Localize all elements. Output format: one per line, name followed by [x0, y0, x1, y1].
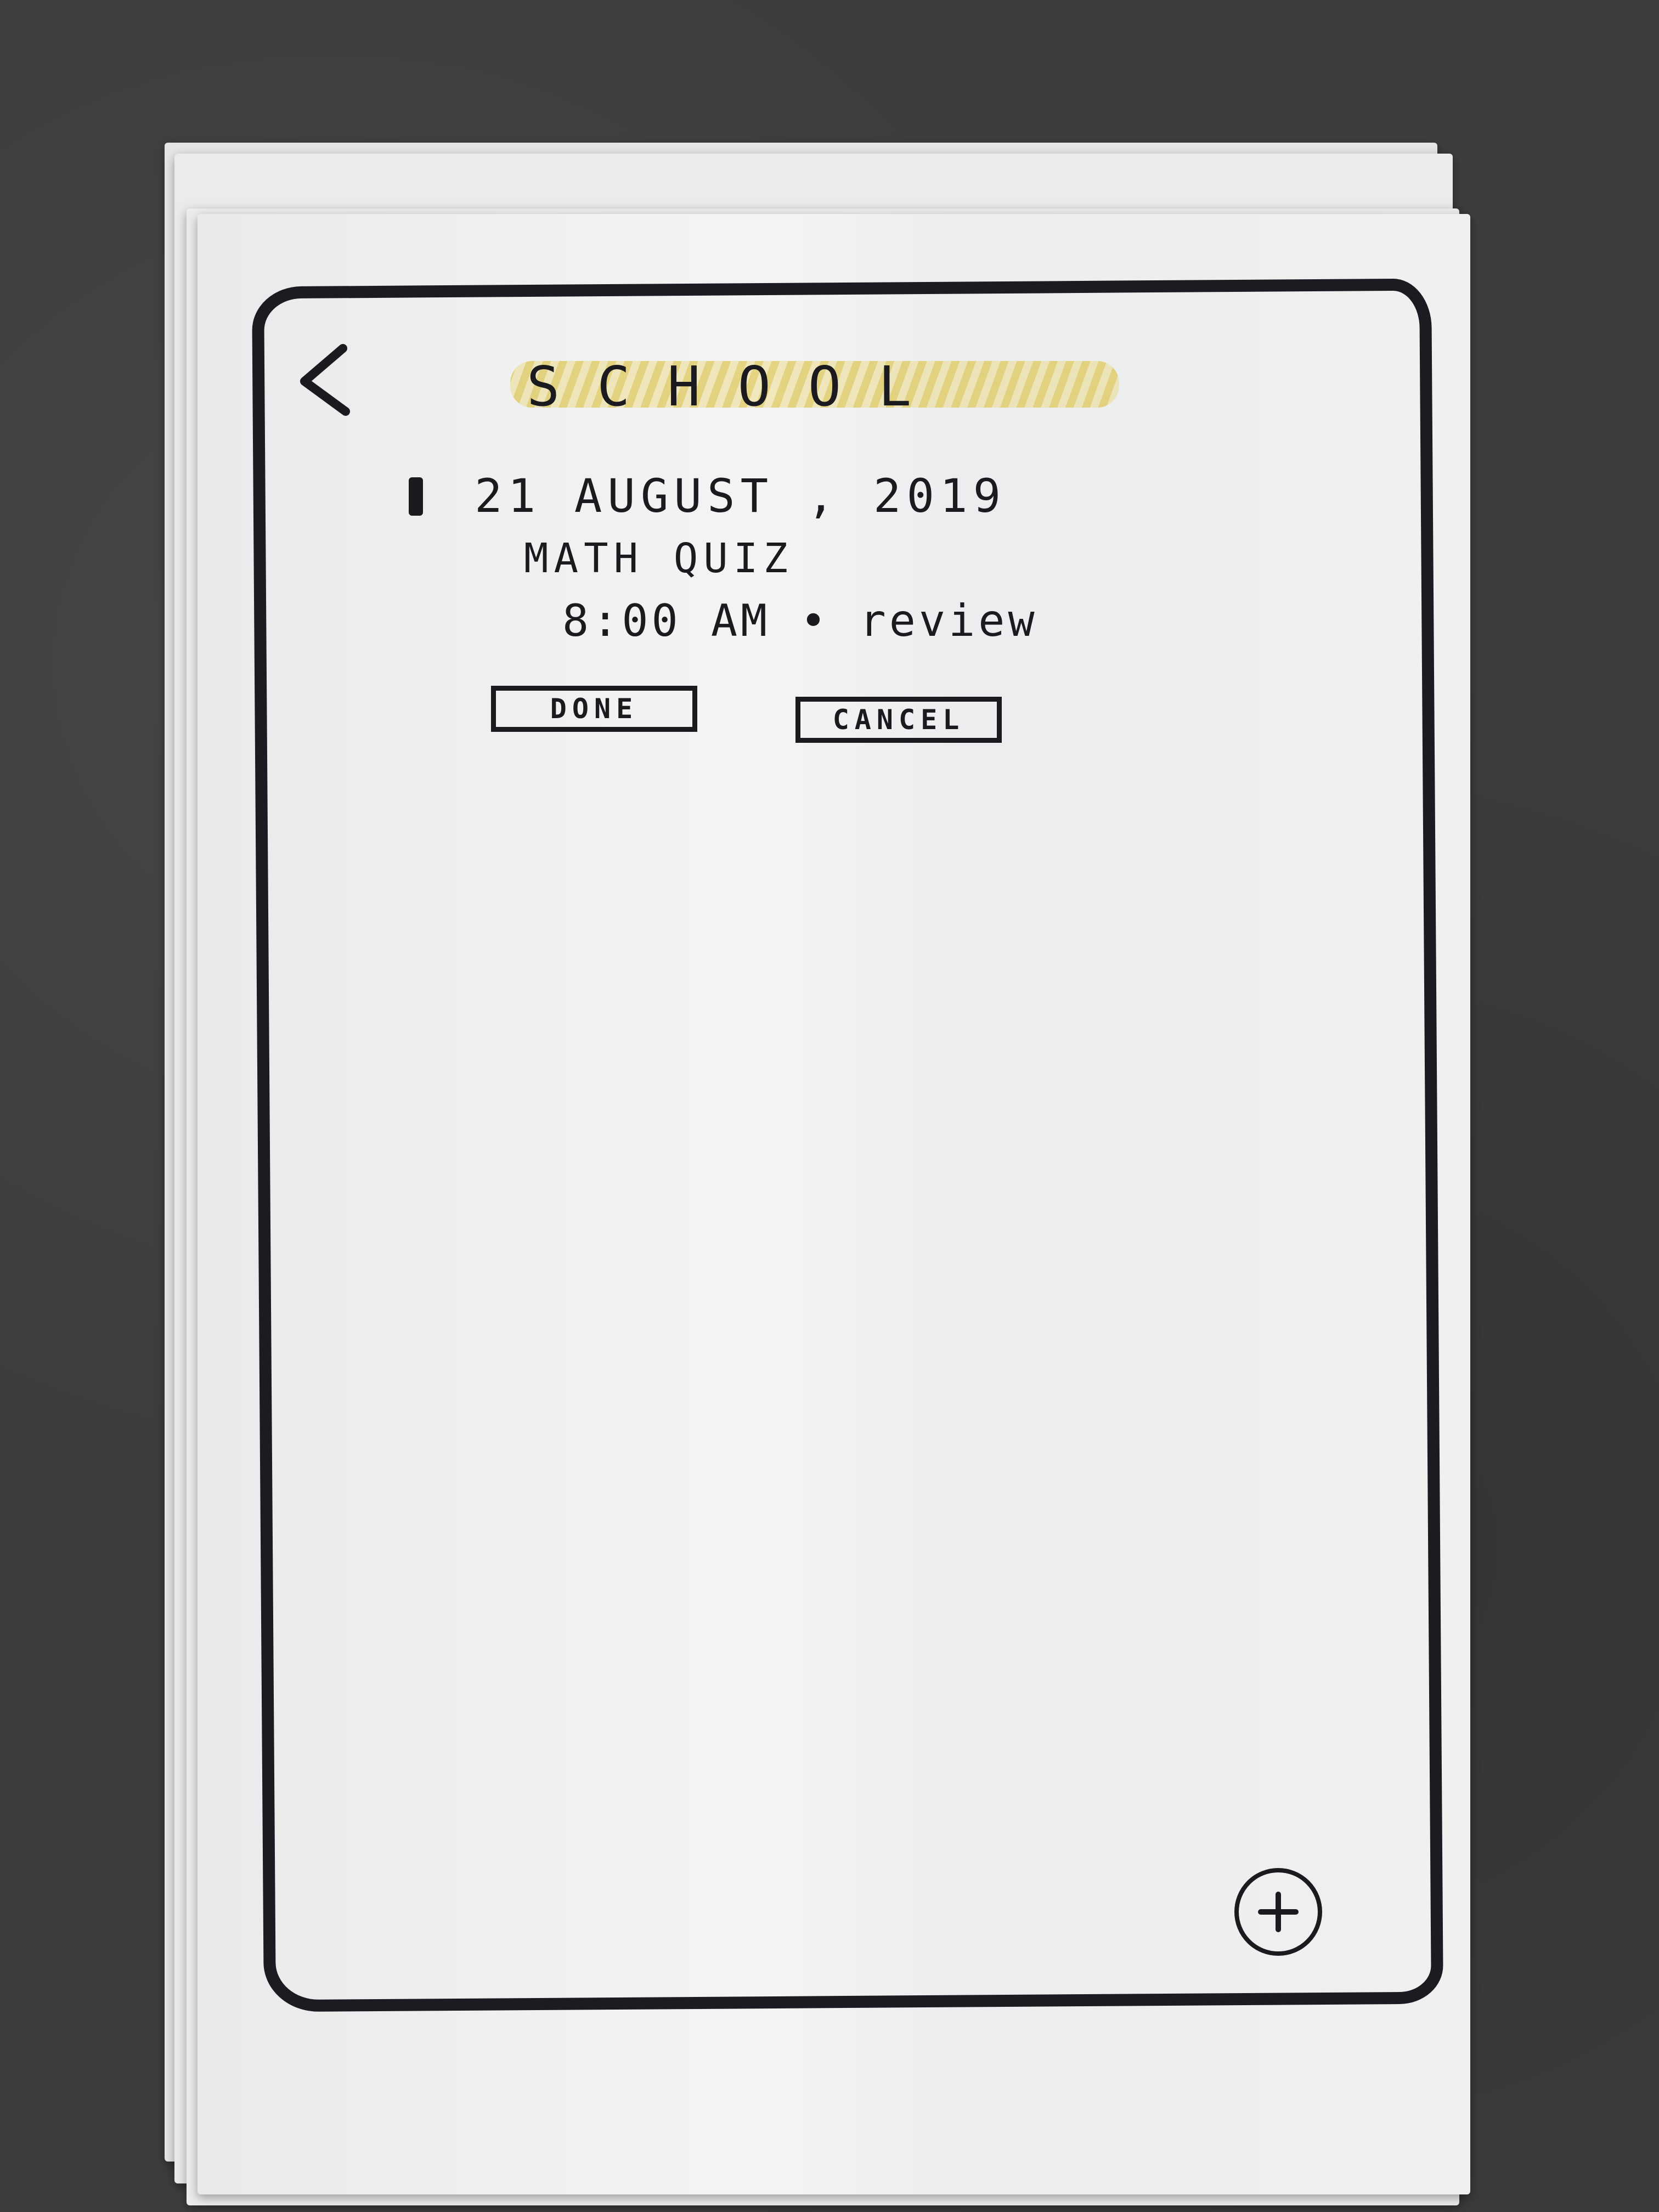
entry-marker [409, 477, 423, 516]
cancel-button[interactable]: CANCEL [795, 697, 1002, 743]
page-title: SCHOOL [527, 354, 949, 419]
entry-time-detail: 8:00 AM • review [562, 595, 1038, 646]
add-button[interactable] [1234, 1868, 1322, 1956]
phone-frame [252, 278, 1443, 2012]
page-title-area: SCHOOL [510, 351, 1125, 422]
entry-date: 21 AUGUST , 2019 [475, 469, 1007, 523]
chevron-left-icon [300, 344, 350, 416]
entry-title[interactable]: MATH QUIZ [524, 535, 793, 582]
plus-icon [1258, 1892, 1299, 1932]
back-button[interactable] [291, 340, 357, 422]
done-button[interactable]: DONE [491, 686, 697, 732]
